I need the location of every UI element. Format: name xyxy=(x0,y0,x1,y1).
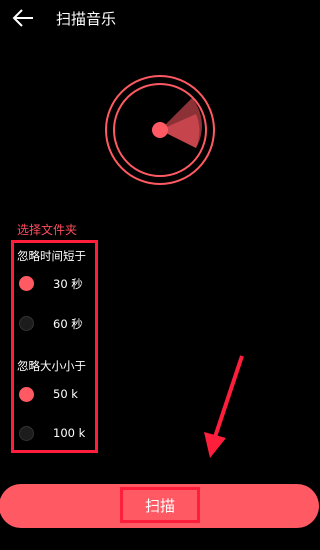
radio-unselected-icon[interactable] xyxy=(19,316,34,331)
radar-scan-icon xyxy=(105,75,215,185)
duration-option-30[interactable]: 30 秒 xyxy=(19,274,114,294)
back-button[interactable] xyxy=(10,6,36,30)
radio-selected-icon[interactable] xyxy=(19,387,34,402)
size-option-100k[interactable]: 100 k xyxy=(19,424,114,444)
radio-unselected-icon[interactable] xyxy=(19,426,34,441)
select-folder-link[interactable]: 选择文件夹 xyxy=(17,221,77,238)
scan-button-label: 扫描 xyxy=(144,496,175,515)
back-arrow-icon xyxy=(12,9,33,27)
size-option-50k[interactable]: 50 k xyxy=(19,385,114,405)
radio-selected-icon[interactable] xyxy=(19,276,34,291)
scan-button-highlight[interactable]: 扫描 xyxy=(120,487,200,523)
duration-filter-title: 忽略时间短于 xyxy=(17,249,86,263)
size-option-label: 50 k xyxy=(53,387,78,401)
duration-option-label: 60 秒 xyxy=(53,317,83,331)
duration-option-60[interactable]: 60 秒 xyxy=(19,314,114,334)
arrow-down-left-icon xyxy=(204,355,244,458)
top-bar: 扫描音乐 xyxy=(0,0,320,36)
size-option-placeholder xyxy=(19,357,114,377)
duration-option-label: 30 秒 xyxy=(53,277,83,291)
annotation-arrow xyxy=(200,352,250,462)
size-option-label: 100 k xyxy=(53,426,86,440)
filter-options-highlight xyxy=(11,240,98,453)
page-title: 扫描音乐 xyxy=(56,10,117,28)
radar-scan-graphic xyxy=(104,74,216,186)
